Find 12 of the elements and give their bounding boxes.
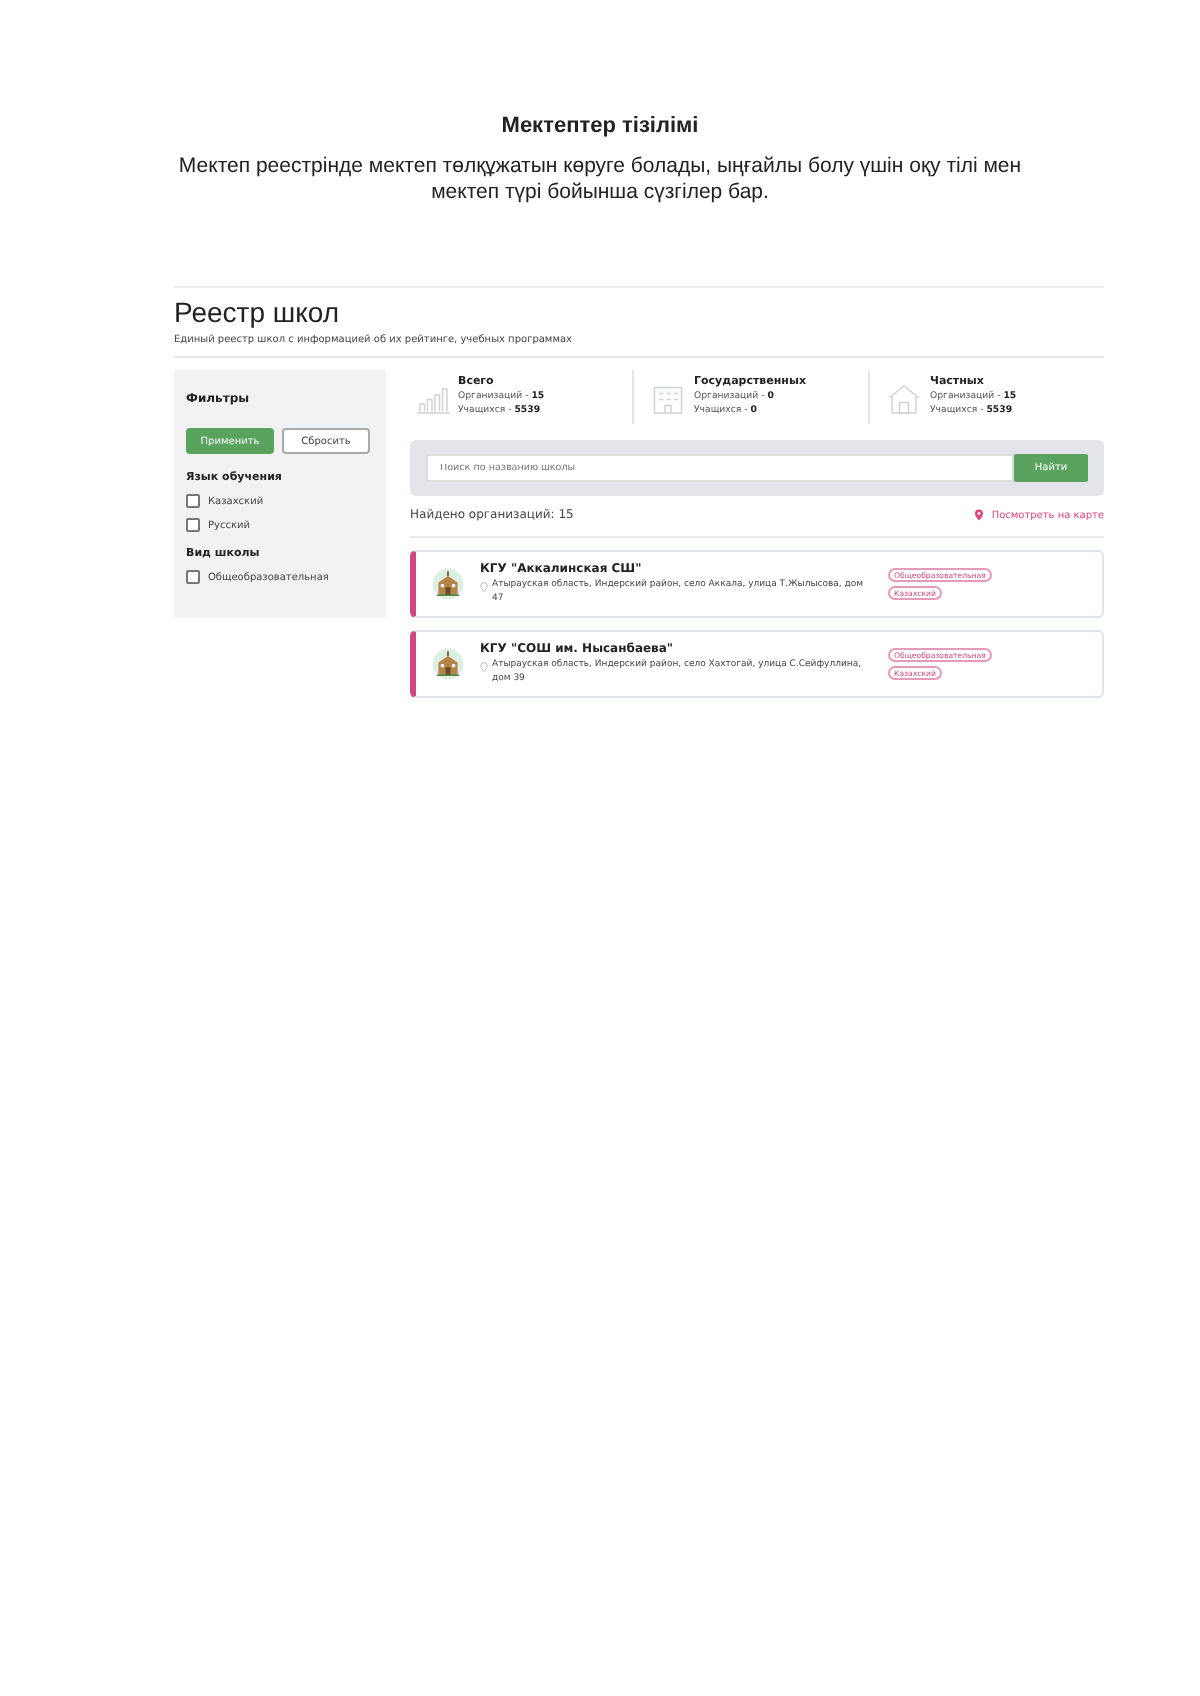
building-icon [886, 379, 922, 415]
checkbox[interactable] [186, 570, 200, 584]
school-building-icon [432, 648, 464, 680]
school-building-icon [432, 568, 464, 600]
location-pin-icon [480, 662, 488, 672]
document-title: Мектептер тізілімі [499, 114, 701, 138]
document-paragraph: Мектеп реестрінде мектеп төлқұжатын көруге болады, ыңғайлы болу үшін оқу тілі мен мектеп түрі бойынша сүзгілер бар. [176, 154, 1024, 206]
location-pin-icon [480, 582, 488, 592]
checkbox[interactable] [186, 518, 200, 532]
map-pin-icon [973, 508, 984, 522]
page-title: Реестр школ [174, 296, 342, 328]
checkbox[interactable] [186, 494, 200, 508]
